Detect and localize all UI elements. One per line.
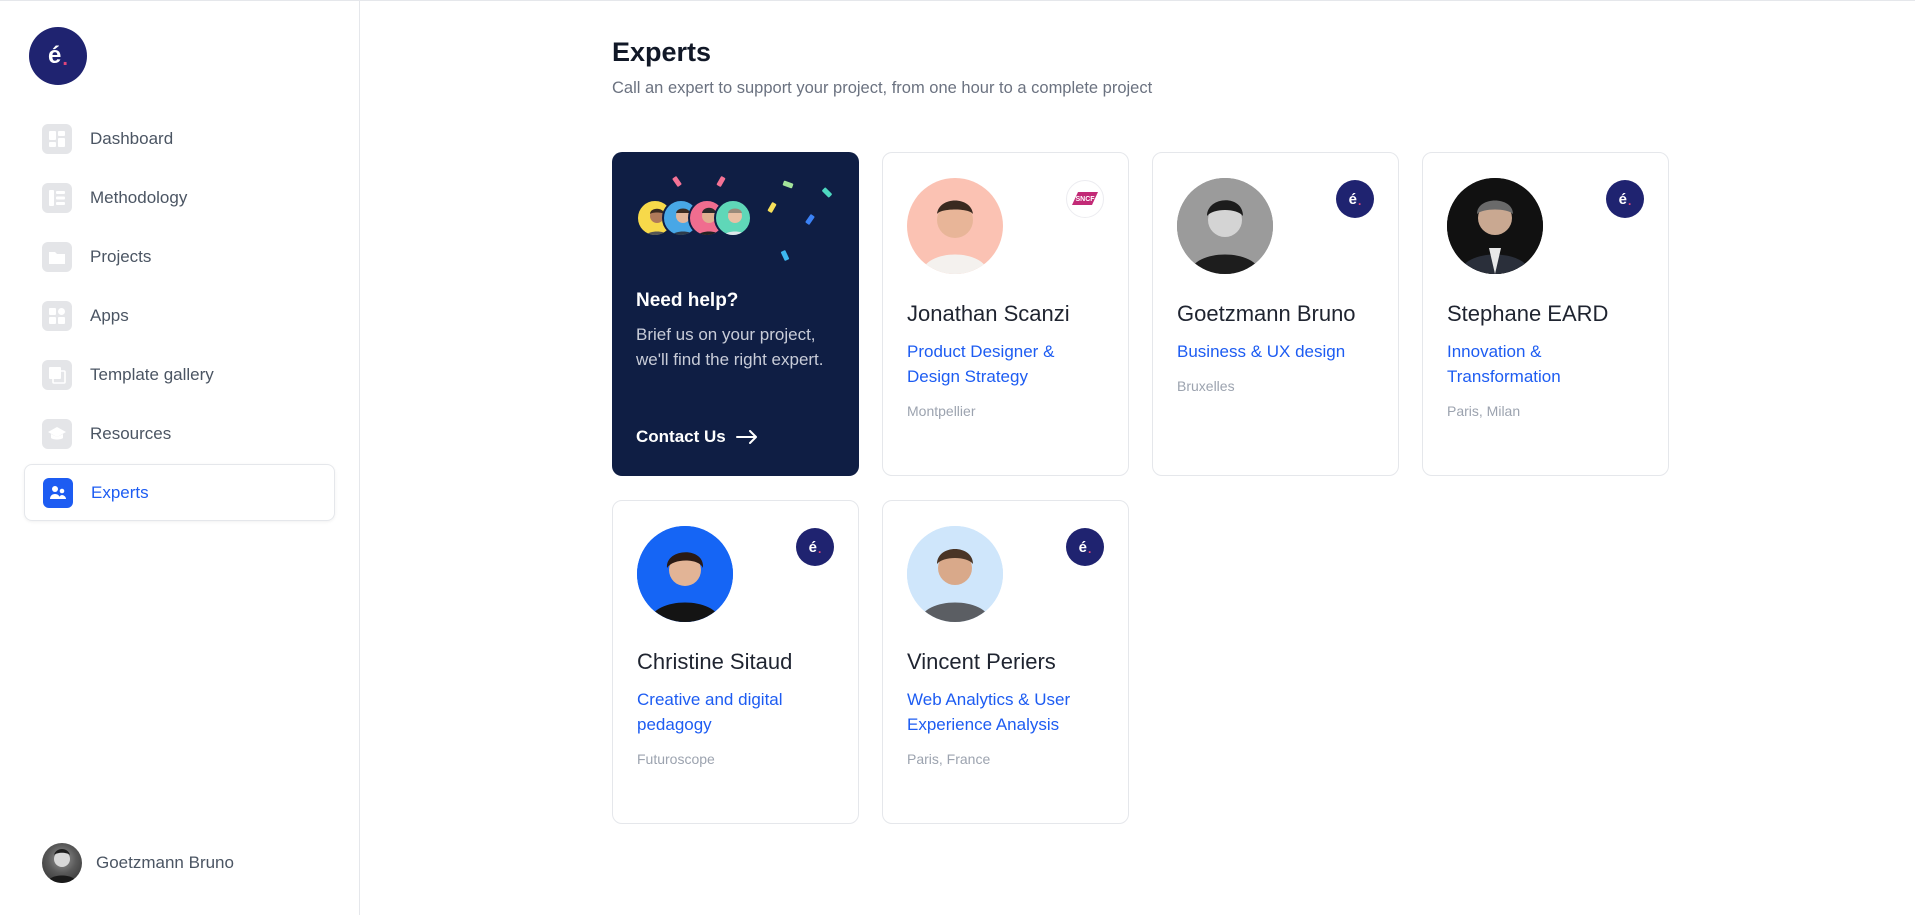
confetti-decoration	[780, 249, 790, 262]
dashboard-icon	[42, 123, 72, 154]
sidebar-item-projects[interactable]: Projects	[24, 228, 335, 285]
experts-icon	[43, 477, 73, 508]
expert-photo	[1177, 178, 1273, 274]
page-subtitle: Call an expert to support your project, …	[612, 79, 1153, 97]
user-profile[interactable]: Goetzmann Bruno	[42, 843, 234, 883]
expert-photo	[907, 526, 1003, 622]
brand-logo-badge: é.	[1336, 180, 1374, 218]
expert-location: Futuroscope	[637, 751, 715, 767]
sidebar-item-label: Resources	[90, 423, 172, 443]
expert-role: Business & UX design	[1177, 342, 1346, 361]
sidebar-nav: Dashboard Methodology Projects Apps Temp…	[24, 110, 335, 523]
expert-thumbnail	[714, 199, 752, 237]
user-name: Goetzmann Bruno	[96, 853, 234, 872]
brand-logo-badge: é.	[1606, 180, 1644, 218]
sidebar-item-apps[interactable]: Apps	[24, 287, 335, 344]
sidebar-item-label: Template gallery	[90, 364, 214, 384]
expert-location: Montpellier	[907, 403, 976, 419]
logo-letter: é	[48, 42, 62, 69]
app-window: é. Dashboard Methodology Projects Apps T…	[0, 0, 1915, 915]
help-card-description: Brief us on your project, we'll find the…	[636, 325, 824, 369]
sidebar-item-label: Dashboard	[90, 128, 174, 148]
expert-name: Goetzmann Bruno	[1177, 301, 1356, 326]
expert-photo	[907, 178, 1003, 274]
brand-logo-badge: é.	[1066, 528, 1104, 566]
confetti-decoration	[805, 213, 815, 226]
expert-location: Bruxelles	[1177, 378, 1235, 394]
expert-role: Web Analytics & User Experience Analysis	[907, 690, 1071, 734]
confetti-decoration	[782, 180, 794, 189]
apps-icon	[42, 300, 72, 331]
template-gallery-icon	[42, 359, 72, 390]
contact-us-label: Contact Us	[636, 427, 726, 446]
sidebar-item-resources[interactable]: Resources	[24, 405, 335, 462]
expert-card[interactable]: é. Vincent Periers Web Analytics & User …	[882, 500, 1129, 824]
avatar	[42, 843, 82, 883]
brand-logo-badge: é.	[796, 528, 834, 566]
sidebar-item-label: Projects	[90, 246, 152, 266]
sidebar: é. Dashboard Methodology Projects Apps T…	[0, 1, 360, 915]
arrow-right-icon	[735, 430, 757, 444]
sidebar-item-label: Experts	[91, 482, 149, 502]
expert-card[interactable]: é. Stephane EARD Innovation & Transforma…	[1422, 152, 1669, 476]
expert-card[interactable]: é. Goetzmann Bruno Business & UX design …	[1152, 152, 1399, 476]
sidebar-item-dashboard[interactable]: Dashboard	[24, 110, 335, 167]
logo-dot: .	[62, 47, 68, 70]
expert-role: Product Designer & Design Strategy	[907, 342, 1055, 386]
svg-text:SNCF: SNCF	[1075, 196, 1095, 203]
sidebar-item-template-gallery[interactable]: Template gallery	[24, 346, 335, 403]
expert-name: Christine Sitaud	[637, 649, 793, 674]
projects-icon	[42, 241, 72, 272]
expert-location: Paris, Milan	[1447, 403, 1521, 419]
confetti-decoration	[821, 187, 833, 198]
app-logo[interactable]: é.	[29, 27, 87, 85]
contact-us-button[interactable]: Contact Us	[636, 427, 758, 447]
expert-name: Jonathan Scanzi	[907, 301, 1070, 326]
expert-location: Paris, France	[907, 751, 991, 767]
help-card-title: Need help?	[636, 290, 739, 311]
sidebar-item-label: Methodology	[90, 187, 188, 207]
expert-name: Stephane EARD	[1447, 301, 1609, 326]
sidebar-item-label: Apps	[90, 305, 129, 325]
expert-photo	[637, 526, 733, 622]
help-card: Need help? Brief us on your project, we'…	[612, 152, 859, 476]
confetti-decoration	[767, 201, 777, 214]
confetti-decoration	[672, 175, 682, 188]
sidebar-item-experts[interactable]: Experts	[24, 464, 335, 521]
page-title: Experts	[612, 37, 712, 67]
methodology-icon	[42, 182, 72, 213]
expert-card[interactable]: é. Christine Sitaud Creative and digital…	[612, 500, 859, 824]
expert-card[interactable]: SNCF Jonathan Scanzi Product Designer & …	[882, 152, 1129, 476]
expert-photo	[1447, 178, 1543, 274]
expert-role: Creative and digital pedagogy	[637, 690, 783, 734]
sidebar-item-methodology[interactable]: Methodology	[24, 169, 335, 226]
graduation-cap-icon	[42, 418, 72, 449]
expert-name: Vincent Periers	[907, 649, 1056, 674]
sncf-logo-badge: SNCF	[1066, 180, 1104, 218]
expert-role: Innovation & Transformation	[1447, 342, 1561, 386]
confetti-decoration	[716, 175, 726, 188]
